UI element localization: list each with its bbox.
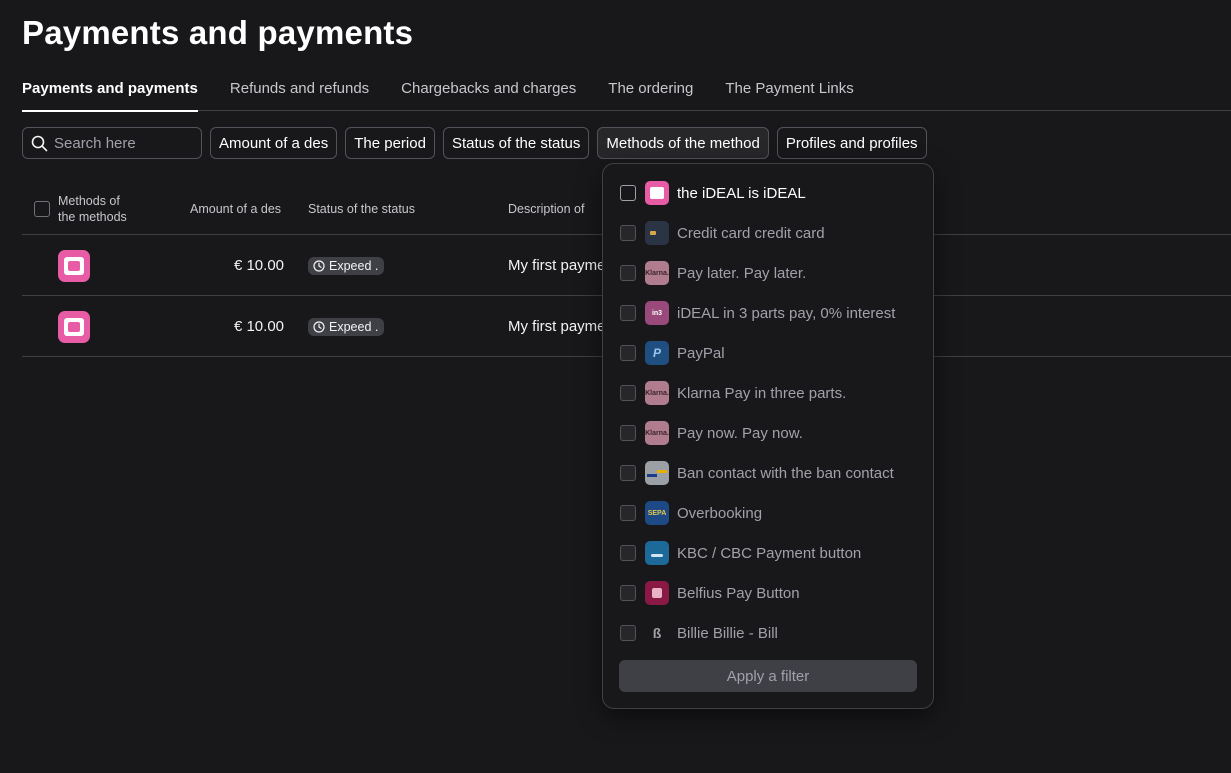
option-checkbox[interactable] bbox=[620, 585, 636, 601]
header-description[interactable]: Description of bbox=[508, 183, 584, 235]
page-title: Payments and payments bbox=[22, 14, 414, 51]
select-all-checkbox[interactable] bbox=[34, 201, 50, 217]
method-option-kbc[interactable]: KBC / CBC Payment button bbox=[620, 541, 861, 565]
header-methods[interactable]: Methods of the methods bbox=[58, 183, 127, 235]
option-checkbox[interactable] bbox=[620, 265, 636, 281]
profiles-filter-button[interactable]: Profiles and profiles bbox=[776, 127, 927, 159]
credit-card-icon bbox=[645, 221, 669, 245]
method-option-ideal-in3[interactable]: in3 iDEAL in 3 parts pay, 0% interest bbox=[620, 301, 895, 325]
method-option-billie[interactable]: ß Billie Billie - Bill bbox=[620, 621, 778, 645]
method-option-overbooking[interactable]: SEPA Overbooking bbox=[620, 501, 762, 525]
clock-icon bbox=[313, 320, 325, 333]
option-checkbox[interactable] bbox=[620, 345, 636, 361]
clock-icon bbox=[313, 259, 325, 272]
status-badge: Expeed . bbox=[308, 256, 385, 275]
ideal-icon bbox=[645, 181, 669, 205]
option-checkbox[interactable] bbox=[620, 305, 636, 321]
filter-bar: Amount of a des The period Status of the… bbox=[22, 127, 927, 159]
klarna-icon: Klarna. bbox=[645, 421, 669, 445]
status-badge: Expeed . bbox=[308, 317, 385, 336]
tab-orders[interactable]: The ordering bbox=[608, 78, 693, 111]
method-option-klarna-three[interactable]: Klarna. Klarna Pay in three parts. bbox=[620, 381, 846, 405]
method-option-belfius[interactable]: Belfius Pay Button bbox=[620, 581, 800, 605]
tab-refunds[interactable]: Refunds and refunds bbox=[230, 78, 369, 111]
klarna-icon: Klarna. bbox=[645, 381, 669, 405]
row-description: My first payme bbox=[508, 318, 606, 335]
amount-filter-button[interactable]: Amount of a des bbox=[210, 127, 338, 159]
ideal-in3-icon: in3 bbox=[645, 301, 669, 325]
option-checkbox[interactable] bbox=[620, 465, 636, 481]
period-filter-button[interactable]: The period bbox=[345, 127, 435, 159]
billie-icon: ß bbox=[645, 621, 669, 645]
method-option-credit-card[interactable]: Credit card credit card bbox=[620, 221, 825, 245]
tab-payment-links[interactable]: The Payment Links bbox=[725, 78, 853, 111]
option-checkbox[interactable] bbox=[620, 185, 636, 201]
option-checkbox[interactable] bbox=[620, 625, 636, 641]
option-checkbox[interactable] bbox=[620, 425, 636, 441]
tab-payments[interactable]: Payments and payments bbox=[22, 78, 198, 112]
header-amount[interactable]: Amount of a des bbox=[190, 183, 281, 235]
option-checkbox[interactable] bbox=[620, 225, 636, 241]
ideal-icon bbox=[58, 249, 90, 282]
bancontact-icon bbox=[645, 461, 669, 485]
payment-methods-dropdown: the iDEAL is iDEAL Credit card credit ca… bbox=[602, 163, 934, 709]
tab-bar: Payments and payments Refunds and refund… bbox=[22, 78, 1231, 112]
status-filter-button[interactable]: Status of the status bbox=[442, 127, 590, 159]
option-checkbox[interactable] bbox=[620, 505, 636, 521]
option-checkbox[interactable] bbox=[620, 545, 636, 561]
method-option-bancontact[interactable]: Ban contact with the ban contact bbox=[620, 461, 894, 485]
methods-filter-button[interactable]: Methods of the method bbox=[597, 127, 769, 159]
klarna-icon: Klarna. bbox=[645, 261, 669, 285]
apply-filter-button[interactable]: Apply a filter bbox=[619, 660, 917, 692]
row-amount: € 10.00 bbox=[233, 257, 284, 274]
sepa-icon: SEPA bbox=[645, 501, 669, 525]
method-option-paypal[interactable]: P PayPal bbox=[620, 341, 725, 365]
method-option-pay-later[interactable]: Klarna. Pay later. Pay later. bbox=[620, 261, 806, 285]
search-input[interactable] bbox=[54, 134, 194, 152]
search-box[interactable] bbox=[22, 127, 202, 159]
option-checkbox[interactable] bbox=[620, 385, 636, 401]
row-amount: € 10.00 bbox=[233, 318, 284, 335]
paypal-icon: P bbox=[645, 341, 669, 365]
method-option-ideal[interactable]: the iDEAL is iDEAL bbox=[620, 181, 806, 205]
tab-chargebacks[interactable]: Chargebacks and charges bbox=[401, 78, 576, 111]
search-icon bbox=[31, 135, 48, 151]
method-option-pay-now[interactable]: Klarna. Pay now. Pay now. bbox=[620, 421, 803, 445]
row-description: My first payme bbox=[508, 257, 606, 274]
belfius-icon bbox=[645, 581, 669, 605]
header-status[interactable]: Status of the status bbox=[308, 183, 415, 235]
ideal-icon bbox=[58, 310, 90, 343]
kbc-icon bbox=[645, 541, 669, 565]
